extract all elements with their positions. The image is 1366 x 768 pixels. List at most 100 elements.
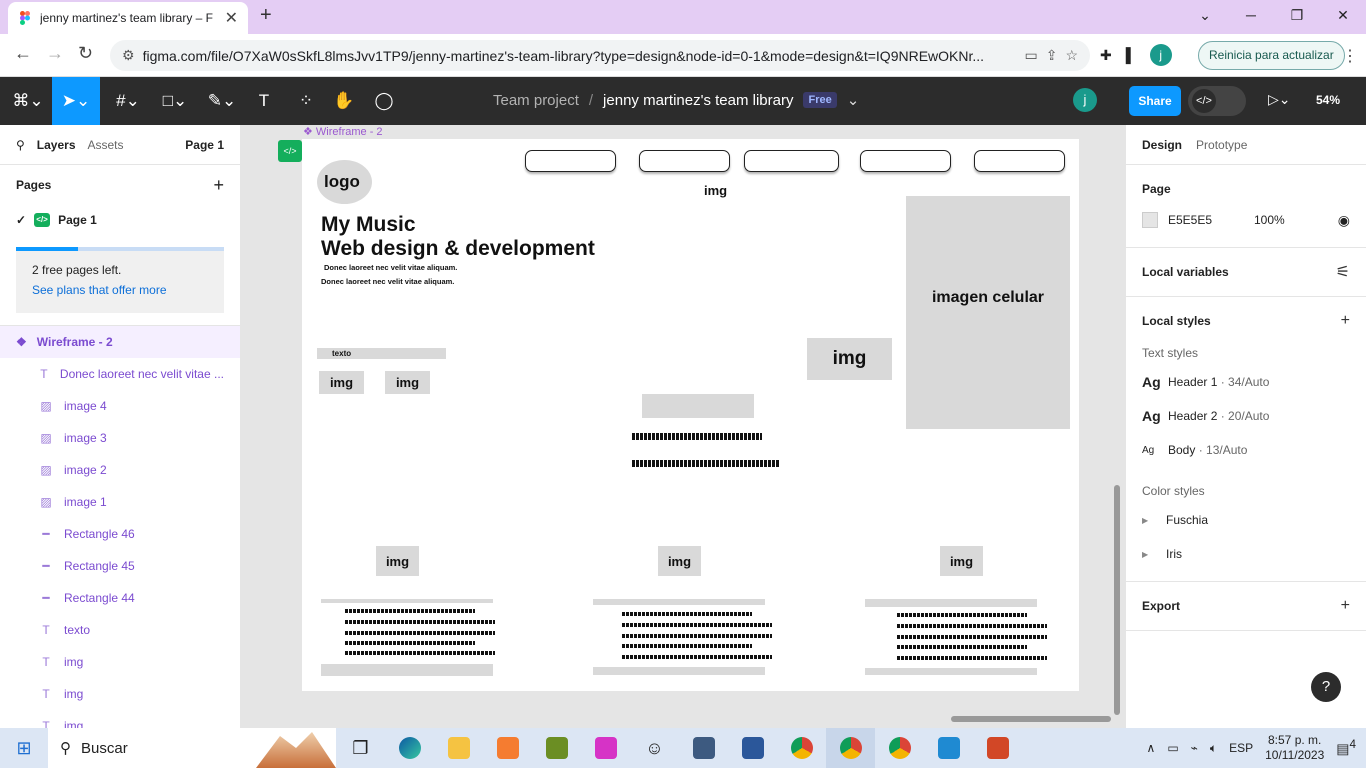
frame-label[interactable]: ❖ Wireframe - 2	[303, 125, 383, 138]
nav-pill[interactable]	[525, 150, 616, 172]
export-header[interactable]: Export +	[1142, 592, 1350, 620]
img-placeholder[interactable]: img	[658, 546, 701, 576]
local-variables-row[interactable]: Local variables ⚟	[1142, 258, 1350, 286]
close-window-icon[interactable]: ✕	[1320, 0, 1366, 30]
design-canvas[interactable]: ❖ Wireframe - 2 </> img logo My Music We…	[241, 125, 1125, 728]
color-style-group[interactable]: ▶ Iris	[1142, 537, 1350, 571]
layer-frame-wireframe[interactable]: ❖ Wireframe - 2	[0, 326, 240, 358]
minimize-icon[interactable]: ─	[1228, 0, 1274, 30]
install-app-icon[interactable]: ▭	[1024, 47, 1037, 64]
restart-to-update-button[interactable]: Reinicia para actualizar	[1198, 41, 1345, 70]
tray-chevron-icon[interactable]: ∧	[1147, 741, 1156, 755]
nav-pill[interactable]	[639, 150, 730, 172]
logo-placeholder[interactable]: logo	[317, 160, 372, 204]
close-tab-icon[interactable]: ✕	[225, 8, 238, 28]
visibility-eye-icon[interactable]: ◉	[1338, 212, 1350, 229]
column-top-bar[interactable]	[865, 599, 1037, 607]
pen-tool-icon[interactable]: ✎⌄	[202, 77, 242, 125]
img-placeholder[interactable]: img	[385, 371, 430, 394]
img-placeholder[interactable]: img	[319, 371, 364, 394]
tab-layers[interactable]: Layers	[37, 138, 76, 152]
address-bar[interactable]: ⚙ figma.com/file/O7XaW0sSkfL8lmsJvv1TP9/…	[110, 40, 1090, 71]
page-opacity[interactable]: 100%	[1254, 213, 1285, 227]
text-style-row[interactable]: Ag Header 1 · 34/Auto	[1142, 365, 1350, 399]
variables-settings-icon[interactable]: ⚟	[1336, 262, 1350, 282]
expand-chevron-icon[interactable]: ▶	[1142, 516, 1156, 525]
edge-icon[interactable]	[385, 728, 434, 768]
img-placeholder[interactable]: img	[807, 338, 892, 380]
file-explorer-icon[interactable]	[434, 728, 483, 768]
layer-row[interactable]: Ttexto	[0, 614, 240, 646]
color-style-group[interactable]: ▶ Fuschia	[1142, 503, 1350, 537]
network-icon[interactable]: ⌁	[1191, 741, 1198, 755]
zoom-level[interactable]: 54%	[1316, 93, 1340, 107]
dev-mode-toggle[interactable]: </>	[1188, 86, 1246, 116]
column-bottom-bar[interactable]	[593, 667, 765, 675]
taskbar-search[interactable]: ⚲ Buscar	[48, 728, 336, 768]
language-indicator[interactable]: ESP	[1229, 741, 1253, 755]
text-tool-icon[interactable]: T	[250, 77, 278, 125]
present-play-icon[interactable]: ▷⌄	[1268, 91, 1291, 108]
layer-row[interactable]: ▨ image 2	[0, 454, 240, 486]
nav-pill[interactable]	[860, 150, 951, 172]
img-placeholder[interactable]: img	[376, 546, 419, 576]
help-button[interactable]: ?	[1311, 672, 1341, 702]
clock[interactable]: 8:57 p. m. 10/11/2023	[1265, 733, 1324, 763]
move-tool-icon[interactable]: ➤⌄	[52, 77, 100, 125]
nav-pill[interactable]	[744, 150, 839, 172]
vertical-scrollbar[interactable]	[1114, 485, 1120, 715]
column-bottom-bar[interactable]	[321, 664, 493, 676]
column-bottom-bar[interactable]	[865, 668, 1037, 675]
notifications-icon[interactable]: ▤4	[1336, 738, 1356, 758]
layer-row[interactable]: ▨ image 4	[0, 390, 240, 422]
add-export-icon[interactable]: +	[1341, 597, 1350, 615]
page-color-hex[interactable]: E5E5E5	[1168, 213, 1244, 227]
browser-tab[interactable]: jenny martinez's team library – F ✕	[8, 2, 248, 34]
text-style-row[interactable]: Ag Header 2 · 20/Auto	[1142, 399, 1350, 433]
chrome-icon[interactable]	[875, 728, 924, 768]
file-menu-chevron-icon[interactable]: ⌄	[847, 91, 860, 109]
hand-tool-icon[interactable]: ✋	[330, 77, 358, 125]
headline-line-1[interactable]: My Music	[321, 213, 416, 237]
emoji-app-icon[interactable]: ☺	[630, 728, 679, 768]
reload-icon[interactable]: ↻	[78, 43, 93, 64]
nav-pill[interactable]	[974, 150, 1065, 172]
column-top-bar[interactable]	[321, 599, 493, 603]
headline-line-2[interactable]: Web design & development	[321, 237, 595, 261]
layer-row[interactable]: Timg	[0, 678, 240, 710]
nav-img-label[interactable]: img	[704, 183, 727, 198]
dev-handoff-badge-icon[interactable]: </>	[278, 140, 302, 162]
chrome-profile-avatar[interactable]: j	[1149, 44, 1172, 66]
task-view-icon[interactable]: ❐	[336, 728, 385, 768]
layer-row[interactable]: Timg	[0, 710, 240, 728]
search-layers-icon[interactable]: ⚲	[16, 138, 25, 152]
layer-row[interactable]: ━ Rectangle 44	[0, 582, 240, 614]
vpn-app-icon[interactable]	[679, 728, 728, 768]
project-name[interactable]: Team project	[493, 92, 579, 109]
share-button[interactable]: Share	[1129, 86, 1181, 116]
chrome-icon[interactable]	[777, 728, 826, 768]
tab-prototype[interactable]: Prototype	[1196, 138, 1247, 152]
chrome-profile-icon[interactable]	[826, 728, 875, 768]
word-icon[interactable]	[728, 728, 777, 768]
new-tab-button[interactable]: +	[260, 4, 272, 27]
tab-design[interactable]: Design	[1142, 138, 1182, 152]
see-plans-link[interactable]: See plans that offer more	[32, 283, 208, 297]
wireframe-frame[interactable]: img logo My Music Web design & developme…	[302, 139, 1079, 691]
frame-tool-icon[interactable]: #⌄	[108, 77, 148, 125]
layer-row[interactable]: ▨ image 1	[0, 486, 240, 518]
vscode-icon[interactable]	[924, 728, 973, 768]
forward-icon[interactable]: →	[46, 43, 64, 64]
page-color-swatch[interactable]	[1142, 212, 1158, 228]
texto-bar[interactable]: texto	[317, 348, 446, 359]
bookmark-star-icon[interactable]: ☆	[1065, 47, 1078, 64]
resources-tool-icon[interactable]: ⁘	[292, 77, 320, 125]
layer-row[interactable]: ▨ image 3	[0, 422, 240, 454]
site-info-icon[interactable]: ⚙	[122, 47, 135, 64]
layer-row[interactable]: ━ Rectangle 45	[0, 550, 240, 582]
img-placeholder[interactable]: img	[940, 546, 983, 576]
back-icon[interactable]: ←	[14, 43, 32, 64]
figma-main-menu-icon[interactable]: ⌘⌄	[8, 77, 48, 125]
extensions-puzzle-icon[interactable]: ✚	[1100, 47, 1112, 64]
share-page-icon[interactable]: ⇪	[1046, 47, 1058, 64]
